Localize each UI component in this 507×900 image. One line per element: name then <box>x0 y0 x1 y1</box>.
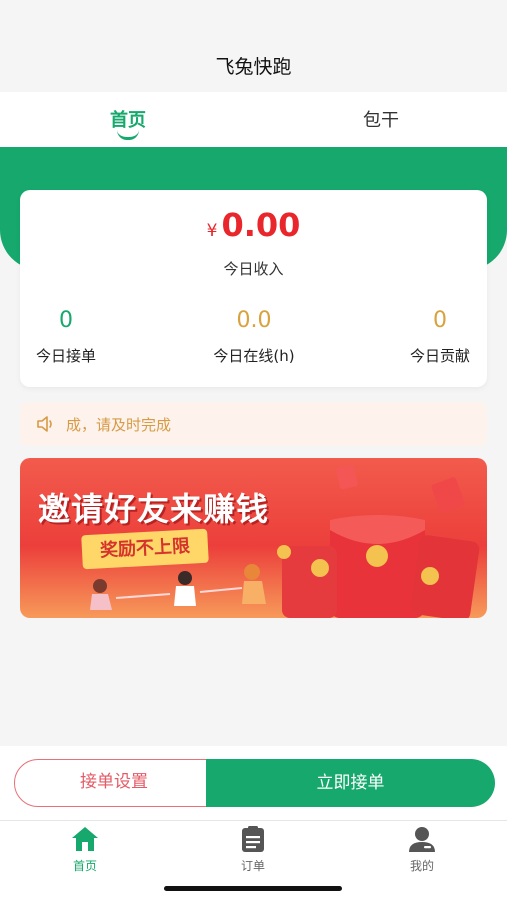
user-icon <box>409 827 435 852</box>
nav-bar: 飞兔快跑 <box>0 0 507 92</box>
stats-card: ¥0.00 今日收入 0 今日接单 0.0 今日在线(h) 0 今日贡献 <box>20 190 487 387</box>
stat-contribution-value: 0 <box>433 308 447 333</box>
accept-order-button[interactable]: 立即接单 <box>206 759 495 807</box>
action-bar: 接单设置 立即接单 <box>0 746 507 820</box>
income-label: 今日收入 <box>223 260 284 278</box>
income-value: 0.00 <box>221 206 301 244</box>
order-settings-button[interactable]: 接单设置 <box>14 759 214 807</box>
stat-orders-value: 0 <box>59 308 73 333</box>
speaker-icon <box>37 416 52 432</box>
stat-online-value: 0.0 <box>236 308 272 333</box>
banner-title: 邀请好友来赚钱 <box>38 490 270 528</box>
notice-text: 成，请及时完成 <box>66 416 172 434</box>
stat-online-label: 今日在线(h) <box>213 347 295 365</box>
stat-contribution: 0 今日贡献 <box>370 308 507 366</box>
tabbar-label-mine: 我的 <box>409 859 434 873</box>
tab-active-indicator <box>117 130 139 140</box>
currency-symbol: ¥ <box>206 221 218 241</box>
clipboard-icon <box>242 826 264 852</box>
notice-bar[interactable]: 成，请及时完成 <box>20 402 487 446</box>
stat-contribution-label: 今日贡献 <box>409 347 470 365</box>
tab-home[interactable]: 首页 <box>68 106 188 132</box>
home-indicator <box>164 886 342 891</box>
tab-baogan[interactable]: 包干 <box>321 106 441 132</box>
tabbar-item-home[interactable]: 首页 <box>35 825 135 874</box>
banner-ribbon: 奖励不上限 <box>81 528 209 570</box>
invite-banner[interactable]: 邀请好友来赚钱 奖励不上限 <box>20 458 487 618</box>
stat-orders-label: 今日接单 <box>35 347 96 365</box>
stat-orders: 0 今日接单 <box>0 308 136 366</box>
tabbar-item-mine[interactable]: 我的 <box>372 825 472 874</box>
app-title: 飞兔快跑 <box>215 56 292 78</box>
tabbar-label-home: 首页 <box>72 859 97 873</box>
income-amount: ¥0.00 <box>20 206 487 244</box>
home-icon <box>72 827 98 851</box>
tabbar-item-orders[interactable]: 订单 <box>203 825 303 874</box>
tabbar-label-orders: 订单 <box>240 859 265 873</box>
top-tabs: 首页 包干 <box>0 92 507 148</box>
stat-online-hours: 0.0 今日在线(h) <box>184 308 324 366</box>
